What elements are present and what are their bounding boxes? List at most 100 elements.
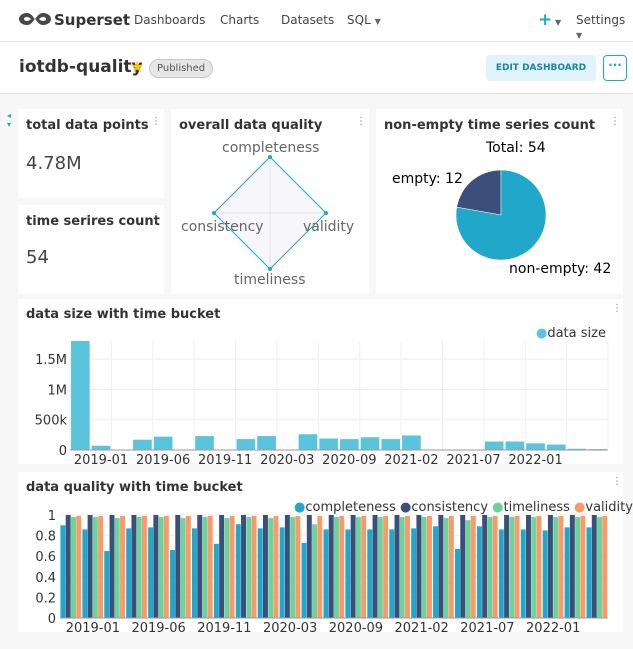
bar-validity: [514, 516, 520, 618]
bar-completeness: [191, 528, 197, 618]
nav-dashboards[interactable]: Dashboards: [134, 13, 205, 27]
bar: [319, 438, 338, 450]
x-tick-label: 2019-01: [74, 453, 128, 468]
bar-consistency: [131, 515, 137, 618]
bar-timeliness: [399, 517, 405, 618]
bar-validity: [317, 516, 323, 618]
bar-consistency: [526, 515, 531, 618]
x-tick-label: 2019-11: [198, 453, 252, 468]
settings-menu[interactable]: Settings ▼: [576, 13, 633, 41]
x-tick-label: 2022-01: [526, 621, 580, 636]
data-quality-card: data quality with time bucket ⋮ ●complet…: [18, 472, 633, 636]
x-tick-label: 2021-02: [395, 621, 449, 636]
add-new-button[interactable]: + ▼: [538, 10, 561, 30]
bar: [133, 439, 152, 450]
bar-completeness: [542, 530, 548, 618]
bar-consistency: [328, 515, 334, 618]
bar-completeness: [213, 543, 219, 618]
y-tick-label: 0: [59, 444, 67, 459]
bar: [298, 434, 318, 450]
bar-timeliness: [114, 518, 120, 618]
nav-charts[interactable]: Charts: [220, 13, 259, 27]
bar: [91, 445, 111, 450]
total-points-card: total data points ⋮ 4.78M: [18, 109, 164, 198]
chevron-down-icon: ▼: [576, 31, 583, 40]
card-title: total data points: [26, 118, 149, 133]
bar-timeliness: [334, 517, 339, 618]
bar: [195, 436, 214, 450]
favorite-star-icon[interactable]: ★: [130, 57, 144, 76]
bar-consistency: [569, 515, 575, 618]
edit-dashboard-button[interactable]: EDIT DASHBOARD: [486, 55, 596, 81]
x-tick-label: 2021-07: [446, 453, 500, 468]
brand-name[interactable]: Superset: [54, 11, 130, 29]
bar-validity: [536, 516, 542, 618]
status-badge[interactable]: Published: [149, 59, 214, 78]
bar-consistency: [153, 515, 159, 618]
bar-validity: [185, 516, 191, 618]
x-tick-label: 2020-09: [322, 453, 376, 468]
x-tick-label: 2020-09: [329, 621, 383, 636]
chevron-down-icon: ▼: [374, 17, 381, 26]
y-tick-label: 0.4: [35, 571, 56, 586]
bar-validity: [207, 516, 213, 618]
x-tick-label: 2022-01: [508, 453, 562, 468]
bar: [526, 443, 545, 450]
bar-timeliness: [443, 518, 449, 618]
bar-validity: [339, 516, 345, 618]
radar-axis-label-consistency: consistency: [181, 219, 264, 235]
bar-timeliness: [180, 518, 186, 618]
bar-consistency: [394, 515, 400, 618]
chevron-down-icon: ▼: [552, 18, 562, 27]
bar-timeliness: [575, 517, 581, 618]
bar: [71, 341, 90, 450]
bar-validity: [558, 516, 564, 618]
bar-completeness: [476, 526, 482, 618]
bar-validity: [229, 516, 235, 618]
bar-timeliness: [224, 518, 230, 618]
superset-logo-icon[interactable]: [18, 9, 52, 29]
filter-bar-toggle-icon[interactable]: ◂ ▾: [7, 111, 11, 129]
radar-data-point: [268, 267, 272, 271]
series-count-card: time serires count ⋮ 54: [18, 205, 164, 294]
bar-validity: [98, 516, 104, 618]
y-tick-label: 0: [48, 612, 56, 627]
card-title: time serires count: [26, 214, 160, 229]
bar-validity: [426, 516, 432, 618]
bar-completeness: [411, 528, 417, 618]
bar-timeliness: [509, 517, 515, 618]
bar-timeliness: [597, 517, 603, 618]
data-quality-bar-chart: 0 0.2 0.4 0.6 0.8 1 2019-01 2019-06 2019-11 2020-…: [35, 509, 608, 636]
nav-sql[interactable]: SQL ▼: [347, 13, 381, 27]
top-navbar: Superset Dashboards Charts Datasets SQL …: [0, 0, 633, 42]
dashboard-title[interactable]: iotdb-quality: [19, 57, 143, 77]
bar-consistency: [241, 515, 247, 618]
bar-validity: [470, 516, 476, 618]
bar-consistency: [372, 515, 378, 618]
y-tick-label: 0.6: [35, 550, 56, 565]
bar-timeliness: [246, 517, 252, 618]
bar-completeness: [345, 529, 351, 618]
radar-axis-label-timeliness: timeliness: [234, 272, 306, 288]
bar-completeness: [257, 528, 263, 618]
card-menu-icon[interactable]: ⋮: [151, 116, 161, 127]
nav-sql-label: SQL: [347, 13, 371, 27]
bar-timeliness: [487, 517, 493, 618]
x-tick-label: 2020-03: [260, 453, 314, 468]
bar: [402, 435, 421, 450]
bar-validity: [405, 516, 410, 618]
card-menu-icon[interactable]: ⋮: [151, 212, 161, 223]
nav-datasets[interactable]: Datasets: [281, 13, 334, 27]
bar-validity: [141, 516, 147, 618]
more-options-button[interactable]: ···: [603, 55, 627, 81]
x-tick-label: 2021-07: [460, 621, 514, 636]
bar: [484, 441, 504, 450]
x-tick-label: 2019-01: [66, 621, 120, 636]
radar-chart: [212, 155, 328, 271]
radar-data-point: [212, 211, 216, 215]
bar-consistency: [460, 515, 466, 618]
bar: [340, 439, 359, 450]
radar-card: overall data quality ⋮ completeness vali…: [171, 109, 369, 294]
settings-label: Settings: [576, 13, 626, 27]
bar-consistency: [219, 515, 225, 618]
